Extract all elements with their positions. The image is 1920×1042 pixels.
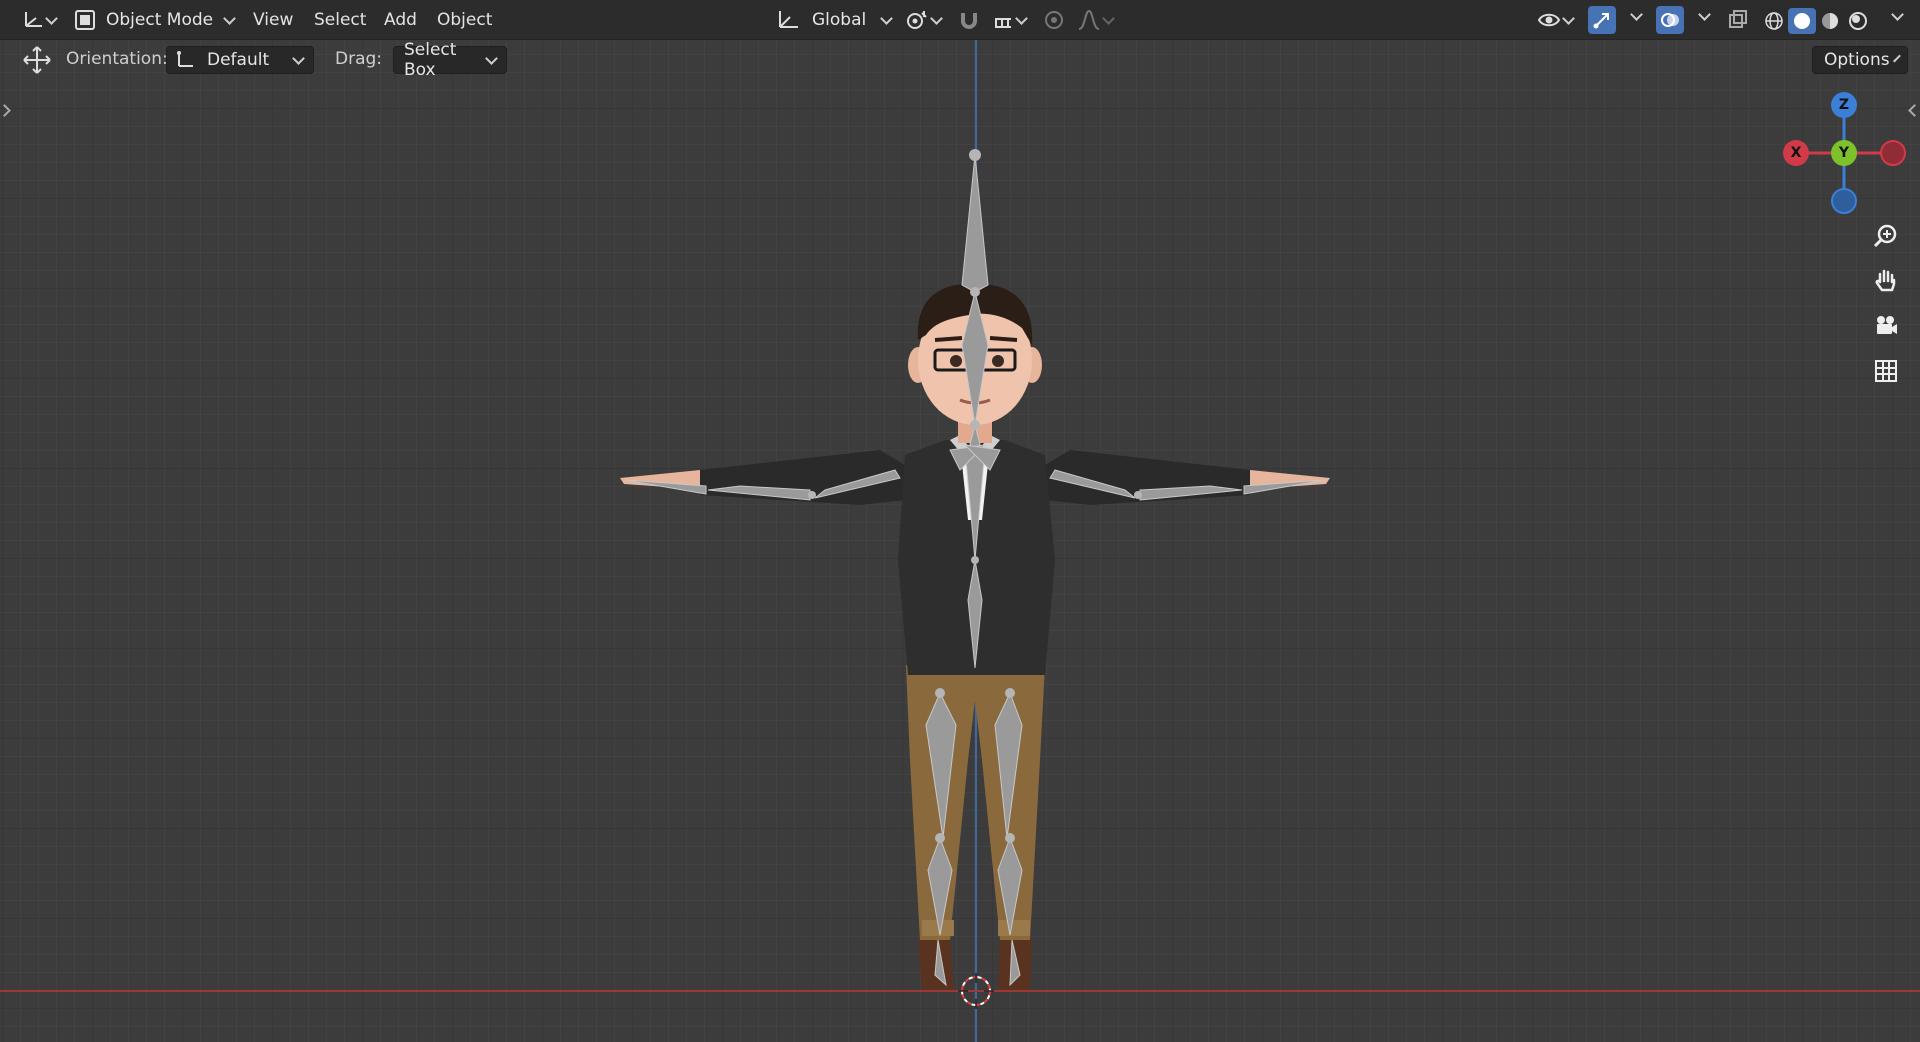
- proportional-icon: [1045, 11, 1063, 29]
- ortho-toggle-button[interactable]: [1868, 353, 1904, 389]
- drag-value: Select Box: [404, 40, 457, 80]
- orientation-value: Default: [207, 50, 270, 70]
- solid-shading-button[interactable]: [1788, 8, 1816, 34]
- rendered-shading-button[interactable]: [1844, 8, 1872, 34]
- menu-add[interactable]: Add: [384, 8, 417, 32]
- menu-select[interactable]: Select: [314, 8, 366, 32]
- viewport-header: Object Mode View Select Add Object Globa…: [0, 0, 1920, 40]
- overlays-toggle[interactable]: [1656, 6, 1684, 34]
- orientation-field-label: Orientation:: [66, 49, 168, 69]
- orientation-dropdown[interactable]: Default: [166, 46, 314, 74]
- material-sphere-icon: [1822, 13, 1838, 29]
- camera-icon: [1877, 316, 1897, 334]
- hand-pan-icon: [1875, 269, 1896, 292]
- falloff-curve-icon: [1078, 9, 1100, 30]
- orientation-label: Global: [812, 10, 867, 30]
- mode-label: Object Mode: [106, 10, 214, 30]
- eye-icon: [1537, 13, 1561, 27]
- chevron-down-icon: [485, 51, 498, 65]
- snap-target-button[interactable]: [986, 7, 1032, 33]
- toolbar-expand-arrow[interactable]: [0, 104, 11, 117]
- magnet-icon: [961, 13, 977, 29]
- 3d-viewport[interactable]: [0, 0, 1920, 1042]
- chevron-down-icon: [930, 11, 943, 25]
- transform-tool-icon[interactable]: [20, 44, 54, 76]
- overlays-icon: [1661, 13, 1679, 27]
- wireframe-sphere-icon: [1765, 12, 1783, 30]
- armature[interactable]: [624, 154, 1326, 987]
- move-arrows-icon: [23, 46, 51, 74]
- object-mode-icon: [75, 10, 95, 30]
- sidebar-expand-arrow[interactable]: [1908, 104, 1920, 117]
- orientation-gizmo-icon: [177, 51, 193, 67]
- chevron-down-icon: [1892, 54, 1901, 62]
- pivot-point-button[interactable]: [900, 7, 946, 33]
- proportional-editing-toggle[interactable]: [1040, 7, 1068, 33]
- options-label: Options: [1824, 50, 1890, 70]
- chevron-down-icon: [880, 11, 894, 25]
- editor-type-button[interactable]: [18, 8, 60, 32]
- orientation-axes-icon: [779, 11, 798, 28]
- options-dropdown[interactable]: Options: [1812, 46, 1908, 74]
- pivot-icon: [907, 11, 927, 29]
- chevron-down-icon: [223, 11, 236, 25]
- rendered-sphere-icon: [1849, 12, 1867, 30]
- chevron-down-icon[interactable]: [1698, 8, 1711, 21]
- wireframe-shading-button[interactable]: [1760, 8, 1788, 34]
- gizmo-toggle[interactable]: [1588, 6, 1616, 34]
- chevron-down-icon[interactable]: [1891, 8, 1904, 21]
- menu-view[interactable]: View: [253, 8, 293, 32]
- snap-increment-icon: [995, 18, 1011, 28]
- gizmo-y-axis[interactable]: Y: [1831, 140, 1857, 166]
- transform-orientation-selector[interactable]: Global: [776, 6, 894, 34]
- xray-toggle[interactable]: [1724, 7, 1752, 33]
- material-preview-button[interactable]: [1816, 8, 1844, 34]
- axes-icon: [25, 12, 42, 27]
- camera-view-button[interactable]: [1868, 308, 1904, 344]
- grid-icon: [1875, 360, 1897, 382]
- snap-toggle[interactable]: [955, 7, 983, 33]
- drag-dropdown[interactable]: Select Box: [393, 40, 507, 80]
- visibility-button[interactable]: [1533, 7, 1577, 33]
- chevron-down-icon: [1102, 11, 1115, 25]
- chevron-down-icon: [1562, 11, 1575, 25]
- xray-icon: [1729, 10, 1747, 28]
- gizmo-z-axis[interactable]: Z: [1831, 92, 1857, 118]
- zoom-button[interactable]: [1868, 218, 1904, 254]
- pan-button[interactable]: [1868, 263, 1904, 299]
- 3d-cursor-icon[interactable]: [958, 973, 994, 1009]
- mode-selector[interactable]: Object Mode: [74, 6, 236, 34]
- falloff-button[interactable]: [1072, 7, 1118, 33]
- menu-object[interactable]: Object: [437, 8, 492, 32]
- chevron-down-icon: [1015, 11, 1028, 25]
- chevron-down-icon: [292, 51, 305, 65]
- solid-sphere-icon: [1794, 13, 1810, 29]
- chevron-down-icon: [45, 11, 58, 25]
- chevron-down-icon[interactable]: [1630, 8, 1643, 21]
- character-model[interactable]: [600, 130, 1350, 1010]
- tool-settings-bar: Orientation: Default Drag: Select Box Op…: [0, 40, 1920, 80]
- shading-modes: [1760, 8, 1872, 34]
- gizmo-arrow-icon: [1593, 13, 1609, 29]
- drag-field-label: Drag:: [335, 49, 383, 69]
- gizmo-x-axis[interactable]: X: [1783, 140, 1809, 166]
- zoom-icon: [1873, 224, 1897, 248]
